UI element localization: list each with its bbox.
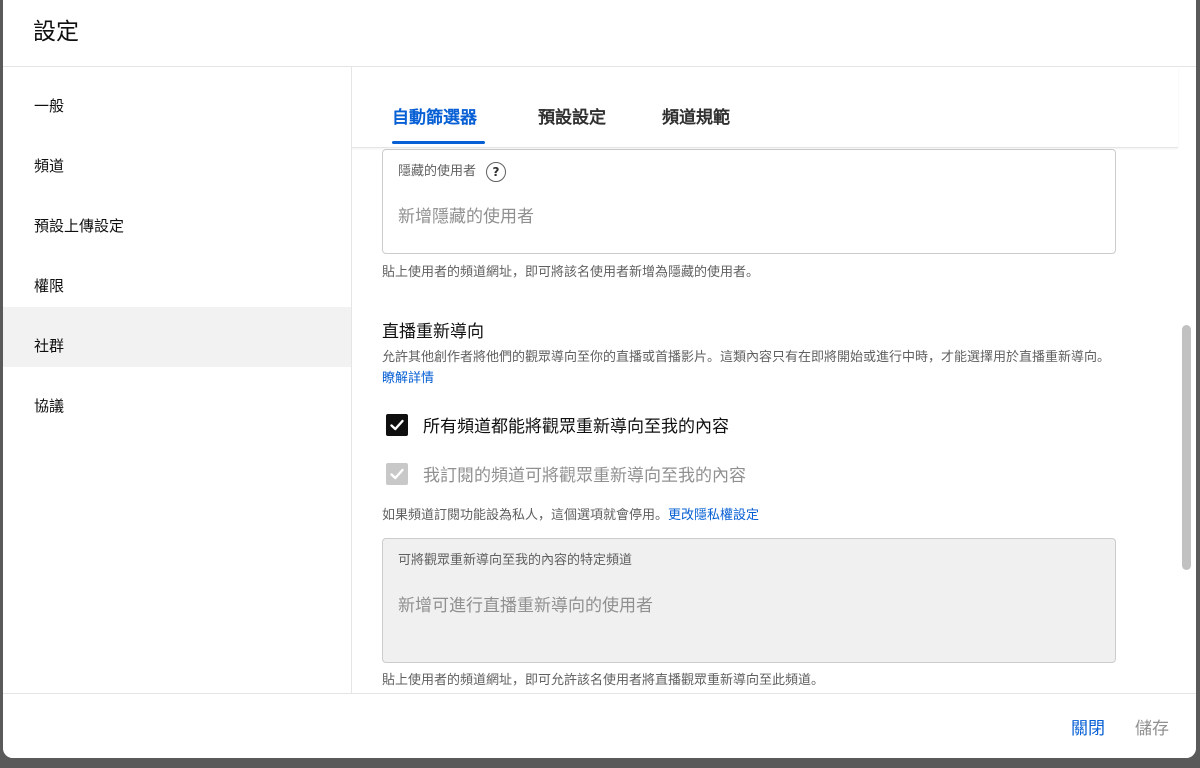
checkmark-icon xyxy=(390,419,404,430)
sidebar-item-community[interactable]: 社群 xyxy=(3,307,351,367)
hidden-users-label-row: 隱藏的使用者? xyxy=(398,160,507,182)
all-channels-label: 所有頻道都能將觀眾重新導向至我的內容 xyxy=(423,417,729,437)
sidebar-item-label: 預設上傳設定 xyxy=(34,217,125,235)
settings-sidebar: 一般 頻道 預設上傳設定 權限 社群 協議 xyxy=(3,67,352,694)
privacy-note-text: 如果頻道訂閱功能設為私人，這個選項就會停用。 xyxy=(382,508,669,523)
checkmark-icon xyxy=(390,468,404,479)
specific-channels-label: 可將觀眾重新導向至我的內容的特定頻道 xyxy=(398,553,633,568)
dialog-title: 設定 xyxy=(33,19,79,45)
subscribed-channels-checkbox xyxy=(386,462,408,485)
live-redirect-description: 允許其他創作者將他們的觀眾導向至你的直播或首播影片。這類內容只有在即將開始或進行… xyxy=(382,347,1118,389)
privacy-note: 如果頻道訂閱功能設為私人，這個選項就會停用。更改隱私權設定 xyxy=(382,504,759,523)
specific-channels-field[interactable]: 可將觀眾重新導向至我的內容的特定頻道 新增可進行直播重新導向的使用者 xyxy=(382,538,1116,663)
sidebar-item-upload-defaults[interactable]: 預設上傳設定 xyxy=(3,187,351,247)
settings-content: 隱藏的使用者? 新增隱藏的使用者 貼上使用者的頻道網址，即可將該名使用者新增為隱… xyxy=(352,67,1196,694)
hidden-users-hint: 貼上使用者的頻道網址，即可將該名使用者新增為隱藏的使用者。 xyxy=(382,265,760,280)
sidebar-item-label: 協議 xyxy=(34,397,65,415)
live-redirect-description-text: 允許其他創作者將他們的觀眾導向至你的直播或首播影片。這類內容只有在即將開始或進行… xyxy=(382,350,1111,365)
dialog-header: 設定 xyxy=(3,0,1196,67)
tab-automatic-filters[interactable]: 自動篩選器 xyxy=(392,103,477,128)
sidebar-item-agreements[interactable]: 協議 xyxy=(3,367,351,427)
specific-channels-hint: 貼上使用者的頻道網址，即可允許該名使用者將直播觀眾重新導向至此頻道。 xyxy=(382,673,825,688)
sidebar-item-channel[interactable]: 頻道 xyxy=(3,127,351,187)
sidebar-item-label: 一般 xyxy=(34,97,65,115)
dialog-footer: 關閉 儲存 xyxy=(3,693,1196,758)
sidebar-item-general[interactable]: 一般 xyxy=(3,67,351,127)
sidebar-item-permissions[interactable]: 權限 xyxy=(3,247,351,307)
help-icon[interactable]: ? xyxy=(486,161,507,182)
settings-dialog: 設定 一般 頻道 預設上傳設定 權限 社群 協議 隱藏的使用者? 新增隱藏的使用… xyxy=(3,0,1196,758)
specific-channels-input[interactable]: 新增可進行直播重新導向的使用者 xyxy=(398,591,653,616)
tab-bar: 自動篩選器 預設設定 頻道規範 xyxy=(352,67,1178,148)
tab-defaults[interactable]: 預設設定 xyxy=(538,103,606,128)
all-channels-checkbox[interactable] xyxy=(386,413,408,436)
hidden-users-label: 隱藏的使用者 xyxy=(398,164,477,179)
save-button: 儲存 xyxy=(1135,719,1169,739)
subscribed-channels-label: 我訂閱的頻道可將觀眾重新導向至我的內容 xyxy=(423,466,746,486)
close-button[interactable]: 關閉 xyxy=(1071,714,1105,739)
hidden-users-input[interactable]: 新增隱藏的使用者 xyxy=(398,202,534,227)
scrollbar-thumb[interactable] xyxy=(1182,325,1191,570)
live-redirect-title: 直播重新導向 xyxy=(382,322,484,342)
tab-channel-guidelines[interactable]: 頻道規範 xyxy=(662,103,730,128)
content-scroll-area: 隱藏的使用者? 新增隱藏的使用者 貼上使用者的頻道網址，即可將該名使用者新增為隱… xyxy=(352,67,1178,694)
all-channels-option[interactable]: 所有頻道都能將觀眾重新導向至我的內容 xyxy=(386,412,729,437)
privacy-settings-link[interactable]: 更改隱私權設定 xyxy=(668,508,759,523)
active-tab-indicator xyxy=(392,141,485,144)
learn-more-link[interactable]: 瞭解詳情 xyxy=(382,371,434,386)
sidebar-item-label: 權限 xyxy=(34,277,65,295)
sidebar-item-label: 社群 xyxy=(34,337,65,355)
subscribed-channels-option: 我訂閱的頻道可將觀眾重新導向至我的內容 xyxy=(386,461,746,486)
hidden-users-field[interactable]: 隱藏的使用者? 新增隱藏的使用者 xyxy=(382,149,1116,254)
sidebar-item-label: 頻道 xyxy=(34,157,65,175)
